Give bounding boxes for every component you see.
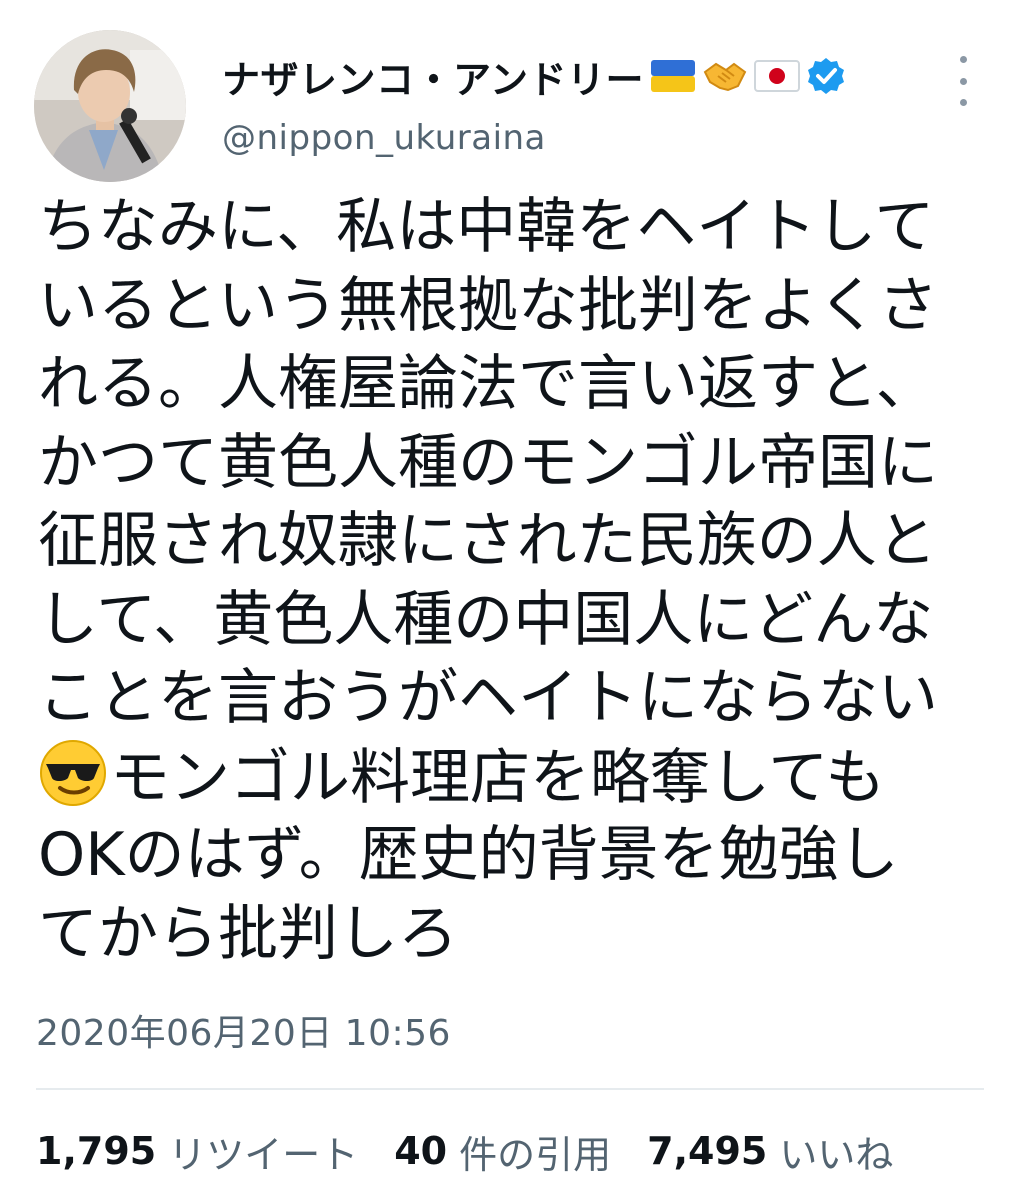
sunglasses-face-icon bbox=[38, 738, 108, 808]
tweet-text-line: かつて黄色人種のモンゴル帝国に bbox=[38, 427, 938, 498]
display-name-row: ナザレンコ・アンドリー bbox=[222, 48, 846, 104]
divider bbox=[36, 1088, 984, 1090]
tweet-text: ちなみに、私は中韓をヘイトして いるという無根拠な批判をよくさ れる。人権屋論法… bbox=[38, 188, 988, 973]
ukraine-flag-icon bbox=[650, 56, 696, 96]
user-handle[interactable]: @nippon_ukuraina bbox=[222, 118, 546, 158]
avatar[interactable] bbox=[34, 30, 186, 182]
tweet-text-line: ことを言おうがヘイトにならない bbox=[38, 663, 938, 733]
tweet-text-line: 征服され奴隷にされた民族の人と bbox=[38, 506, 937, 576]
verified-badge-icon bbox=[806, 56, 846, 96]
likes-stat[interactable]: 7,495 いいね bbox=[647, 1124, 893, 1179]
tweet-text-line: して、黄色人種の中国人にどんな bbox=[38, 584, 934, 655]
retweets-count: 1,795 bbox=[36, 1129, 157, 1173]
quotes-stat[interactable]: 40 件の引用 bbox=[394, 1124, 611, 1179]
retweets-stat[interactable]: 1,795 リツイート bbox=[36, 1124, 358, 1179]
tweet-text-line-rest: モンゴル料理店を略奪しても bbox=[110, 742, 886, 813]
tweet-text-line: ちなみに、私は中韓をヘイトして bbox=[38, 192, 935, 262]
tweet-stats: 1,795 リツイート 40 件の引用 7,495 いいね bbox=[36, 1124, 929, 1178]
display-name[interactable]: ナザレンコ・アンドリー bbox=[222, 49, 644, 104]
avatar-photo-icon bbox=[34, 30, 186, 182]
likes-count: 7,495 bbox=[647, 1129, 768, 1173]
tweet-card: ナザレンコ・アンドリー @nippon_ukuraina ちなみに、私は中韓をヘ… bbox=[0, 0, 1020, 1200]
retweets-label: リツイート bbox=[168, 1132, 359, 1177]
tweet-text-line: OKのはず。歴史的背景を勉強し bbox=[38, 820, 899, 890]
handshake-icon bbox=[702, 56, 748, 96]
tweet-text-line: てから批判しろ bbox=[38, 898, 458, 969]
more-options-icon[interactable] bbox=[948, 56, 978, 106]
likes-label: いいね bbox=[779, 1132, 894, 1177]
tweet-text-line: いるという無根拠な批判をよくさ bbox=[38, 270, 938, 341]
tweet-text-line: れる。人権屋論法で言い返すと、 bbox=[38, 349, 936, 419]
tweet-text-line-with-emoji: モンゴル料理店を略奪しても bbox=[38, 738, 988, 817]
tweet-timestamp[interactable]: 2020年06月20日 10:56 bbox=[36, 1004, 451, 1056]
quotes-count: 40 bbox=[394, 1129, 448, 1173]
japan-flag-icon bbox=[753, 56, 800, 96]
quotes-label: 件の引用 bbox=[459, 1132, 612, 1177]
